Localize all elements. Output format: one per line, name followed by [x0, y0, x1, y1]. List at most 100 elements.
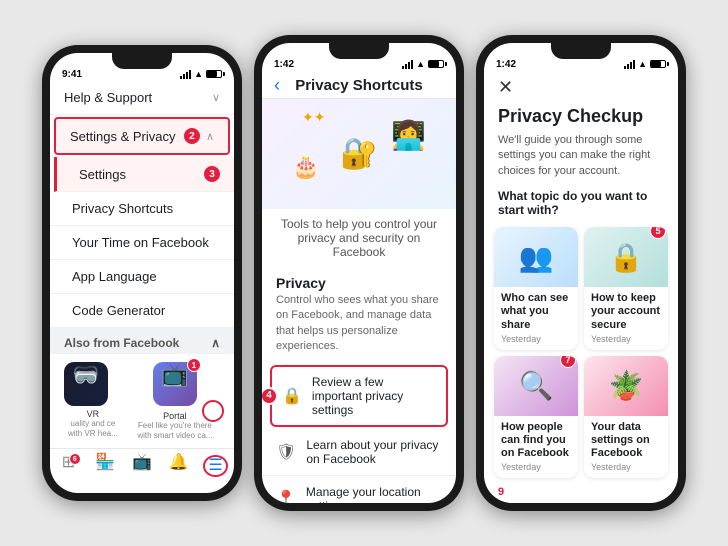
find-illustration: 🔍: [519, 369, 554, 402]
app-vr-desc: uality and ce with VR hea...: [64, 419, 122, 438]
close-button[interactable]: ✕: [498, 77, 513, 98]
data-illustration: 🪴: [609, 369, 644, 402]
chevron-up-icon-also: ∧: [211, 336, 220, 350]
portal-badge: 1: [187, 358, 201, 372]
wifi-icon-2: ▲: [416, 59, 425, 69]
card-secure-time: Yesterday: [591, 334, 661, 344]
card-find-time: Yesterday: [501, 462, 571, 472]
status-icons-1: ▲: [180, 69, 222, 79]
nav-home[interactable]: ⊞ 6: [50, 455, 87, 477]
tools-text: Tools to help you control your privacy a…: [262, 209, 456, 267]
p2-header: ‹ Privacy Shortcuts: [262, 71, 456, 99]
p3-cards-grid: 👥 Who can see what you share Yesterday 🔒…: [484, 223, 678, 482]
card-data-title: Your data settings on Facebook: [591, 421, 661, 461]
battery-3: [650, 60, 666, 68]
apps-section: 🥽 VR uality and ce with VR hea... 📺 1 Po…: [50, 354, 234, 448]
status-icons-2: ▲: [402, 59, 444, 69]
card-data-body: Your data settings on Facebook Yesterday: [584, 416, 668, 479]
chevron-down-icon: ∨: [212, 91, 220, 104]
app-language-label: App Language: [72, 269, 157, 284]
card-find-you[interactable]: 🔍 How people can find you on Facebook Ye…: [494, 356, 578, 479]
watch-icon: 📺: [132, 455, 152, 471]
code-generator-label: Code Generator: [72, 303, 165, 318]
card-data-settings[interactable]: 🪴 Your data settings on Facebook Yesterd…: [584, 356, 668, 479]
card-data-img: 🪴: [584, 356, 668, 416]
location-label: Manage your location settings: [306, 485, 442, 503]
battery-2: [428, 60, 444, 68]
notch-3: [551, 43, 611, 59]
nav-watch[interactable]: 📺: [124, 455, 161, 477]
battery-1: [206, 70, 222, 78]
back-button[interactable]: ‹: [274, 75, 280, 96]
signal-2: [402, 60, 413, 69]
lock-menu-icon: 🔒: [282, 386, 302, 406]
settings-label: Settings: [79, 167, 126, 182]
your-time-label: Your Time on Facebook: [72, 235, 209, 250]
status-icons-3: ▲: [624, 59, 666, 69]
card-data-time: Yesterday: [591, 462, 661, 472]
app-portal-desc: Feel like you're there with smart video …: [130, 421, 220, 440]
help-support-item[interactable]: Help & Support ∨: [50, 81, 234, 115]
also-section-header[interactable]: Also from Facebook ∧: [50, 328, 234, 354]
settings-privacy-badge: 2: [184, 128, 200, 144]
card-find-title: How people can find you on Facebook: [501, 421, 571, 461]
nav-menu[interactable]: ☰: [197, 455, 234, 477]
stars-illustration: ✦✦: [302, 109, 325, 126]
phone-1: 9:41 ▲ Help & Support ∨ Settings & Priva…: [42, 45, 242, 501]
privacy-shortcuts-item[interactable]: Privacy Shortcuts: [50, 192, 234, 226]
bell-icon: 🔔: [169, 455, 189, 471]
who-can-see-illustration: 👥: [519, 241, 554, 274]
privacy-section-desc: Control who sees what you share on Faceb…: [276, 293, 442, 355]
signal-1: [180, 70, 191, 79]
circle-highlight: [202, 400, 224, 422]
wifi3-icon: ▲: [638, 59, 647, 69]
phone-3: 1:42 ▲ ✕ Privacy Checkup We'll guide you…: [476, 35, 686, 511]
notch-2: [329, 43, 389, 59]
time-1: 9:41: [62, 69, 82, 80]
p3-header: ✕: [484, 71, 678, 102]
bottom-nav-1: ⊞ 6 🏪 📺 🔔 ☰: [50, 448, 234, 481]
code-generator-item[interactable]: Code Generator: [50, 294, 234, 328]
phone-2: 1:42 ▲ ‹ Privacy Shortcuts 👩‍💻 🎂 ✦✦ 🔐 To: [254, 35, 464, 511]
nav-marketplace[interactable]: 🏪: [87, 455, 124, 477]
settings-badge: 3: [204, 166, 220, 182]
chevron-up-icon: ∧: [206, 130, 214, 143]
review-privacy-item[interactable]: 4 🔒 Review a few important privacy setti…: [270, 365, 448, 427]
gift-illustration: 🎂: [292, 154, 319, 180]
card-who-title: Who can see what you share: [501, 292, 571, 332]
learn-privacy-label: Learn about your privacy on Facebook: [306, 438, 442, 466]
menu-list-1: Help & Support ∨ Settings & Privacy 2 ∧ …: [50, 81, 234, 328]
p3-description: We'll guide you through some settings yo…: [484, 131, 678, 185]
shield-menu-icon: 🛡: [276, 442, 296, 462]
app-vr[interactable]: 🥽 VR uality and ce with VR hea...: [64, 362, 122, 440]
marketplace-icon: 🏪: [95, 455, 115, 471]
settings-privacy-label: Settings & Privacy: [70, 129, 176, 144]
card-account-secure[interactable]: 🔒 How to keep your account secure Yester…: [584, 227, 668, 350]
bottom-badge-9: 9: [484, 482, 678, 502]
settings-privacy-item[interactable]: Settings & Privacy 2 ∧: [54, 117, 230, 155]
app-vr-icon: 🥽: [64, 362, 108, 406]
menu-icon: ☰: [203, 455, 227, 477]
app-language-item[interactable]: App Language: [50, 260, 234, 294]
time-2: 1:42: [274, 59, 294, 70]
p2-menu: 4 🔒 Review a few important privacy setti…: [262, 365, 456, 503]
notch-1: [112, 53, 172, 69]
learn-privacy-item[interactable]: 🛡 Learn about your privacy on Facebook: [262, 429, 456, 476]
privacy-shortcuts-label: Privacy Shortcuts: [72, 201, 173, 216]
app-vr-name: VR: [64, 409, 122, 419]
settings-item[interactable]: Settings 3: [54, 157, 234, 192]
wifi-icon-1: ▲: [194, 69, 203, 79]
time-3: 1:42: [496, 59, 516, 70]
nav-notifications[interactable]: 🔔: [160, 455, 197, 477]
card-who-img: 👥: [494, 227, 578, 287]
app-portal[interactable]: 📺 1 Portal Feel like you're there with s…: [130, 362, 220, 440]
card-who-can-see[interactable]: 👥 Who can see what you share Yesterday: [494, 227, 578, 350]
location-menu-icon: 📍: [276, 489, 296, 503]
your-time-item[interactable]: Your Time on Facebook: [50, 226, 234, 260]
help-support-label: Help & Support: [64, 90, 152, 105]
privacy-section: Privacy Control who sees what you share …: [262, 267, 456, 363]
p3-question: What topic do you want to start with?: [484, 185, 678, 223]
person-illustration: 👩‍💻: [391, 119, 426, 152]
badge-9-num: 9: [498, 486, 504, 498]
location-item[interactable]: 📍 Manage your location settings: [262, 476, 456, 503]
